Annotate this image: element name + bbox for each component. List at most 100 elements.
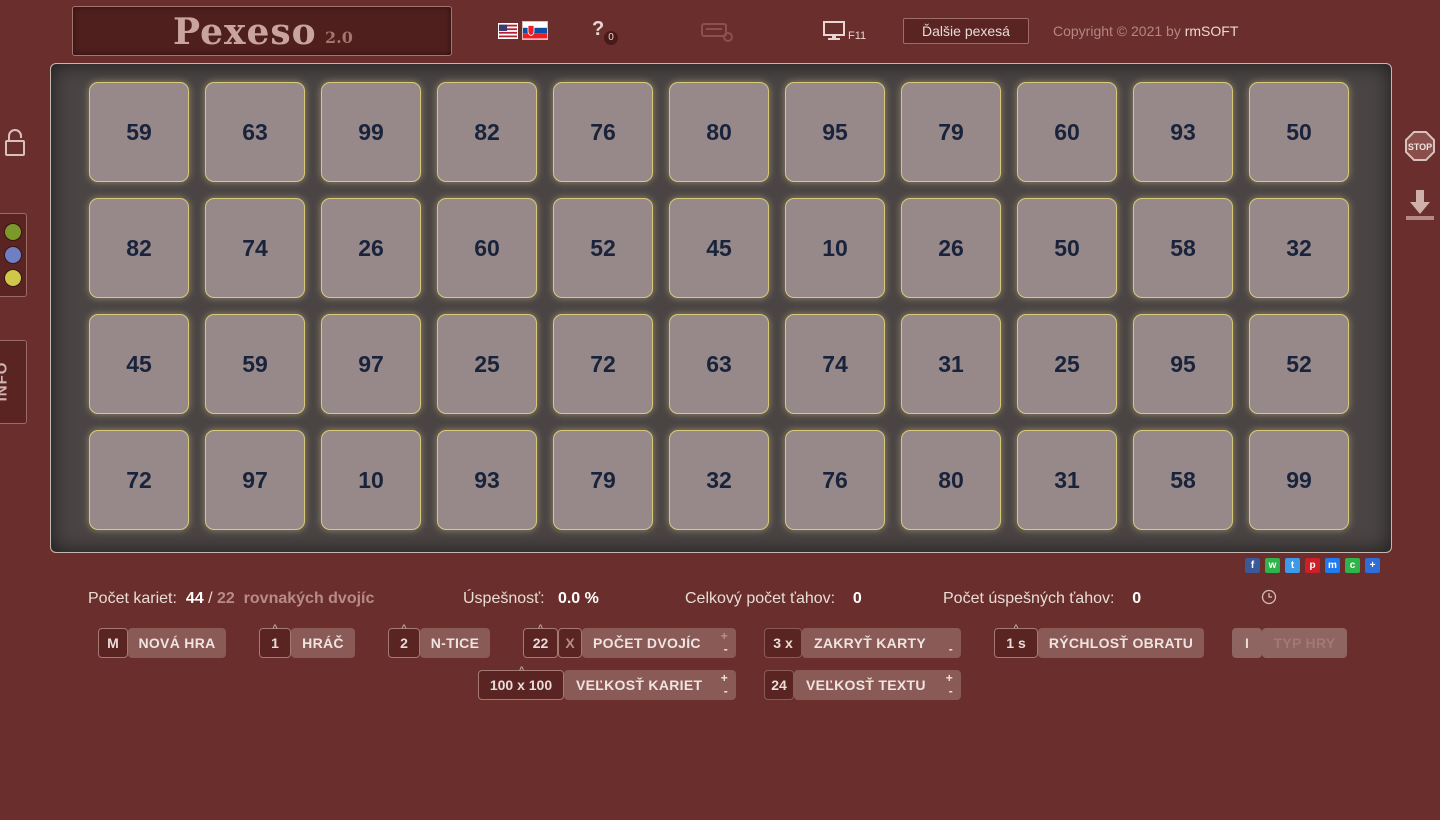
player-increase-caret[interactable]: ^ (272, 623, 277, 633)
card[interactable]: 52 (553, 198, 653, 298)
player-count-key[interactable]: ^ 1 (259, 623, 291, 658)
card[interactable]: 76 (553, 82, 653, 182)
copyright-brand-link[interactable]: rmSOFT (1185, 23, 1239, 39)
card[interactable]: 79 (901, 82, 1001, 182)
text-size-key[interactable]: 24 (764, 670, 794, 700)
card[interactable]: 97 (321, 314, 421, 414)
card[interactable]: 45 (89, 314, 189, 414)
ntice-button[interactable]: N-TICE (420, 628, 490, 658)
pairs-increase-caret[interactable]: ^ (538, 623, 543, 633)
card[interactable]: 80 (901, 430, 1001, 530)
text-size-button[interactable]: VEĽKOSŤ TEXTU + - (794, 670, 961, 700)
card[interactable]: 26 (901, 198, 1001, 298)
card[interactable]: 58 (1133, 430, 1233, 530)
card[interactable]: 99 (1249, 430, 1349, 530)
speed-key[interactable]: ^ 1 s (994, 623, 1038, 658)
cover-cards-button[interactable]: ZAKRYŤ KARTY - (802, 628, 961, 658)
card[interactable]: 50 (1249, 82, 1349, 182)
cards-label: Počet kariet: (88, 590, 177, 607)
green-theme-dot[interactable] (4, 223, 22, 241)
player-button[interactable]: HRÁČ (291, 628, 355, 658)
card-size-plus-button[interactable]: + (721, 672, 728, 684)
pairs-clear-button[interactable]: X (558, 628, 582, 658)
card[interactable]: 95 (785, 82, 885, 182)
card[interactable]: 60 (437, 198, 537, 298)
more-games-button[interactable]: Ďalšie pexesá (903, 18, 1029, 44)
new-game-button[interactable]: NOVÁ HRA (128, 628, 226, 658)
pairs-count-button[interactable]: POČET DVOJÍC + - (582, 628, 736, 658)
cover-minus-button[interactable]: - (949, 643, 953, 655)
blue-theme-dot[interactable] (4, 246, 22, 264)
pairs-minus-button[interactable]: - (724, 643, 728, 655)
card[interactable]: 58 (1133, 198, 1233, 298)
ntice-key[interactable]: ^ 2 (388, 623, 420, 658)
help-icon[interactable]: ? (592, 18, 604, 41)
card[interactable]: 72 (553, 314, 653, 414)
card[interactable]: 74 (205, 198, 305, 298)
card[interactable]: 50 (1017, 198, 1117, 298)
card[interactable]: 59 (205, 314, 305, 414)
card[interactable]: 25 (1017, 314, 1117, 414)
card[interactable]: 74 (785, 314, 885, 414)
card[interactable]: 93 (437, 430, 537, 530)
addthis-icon[interactable]: + (1365, 558, 1380, 573)
card[interactable]: 72 (89, 430, 189, 530)
card[interactable]: 82 (437, 82, 537, 182)
card[interactable]: 59 (89, 82, 189, 182)
slovak-flag-icon[interactable] (522, 21, 548, 40)
text-size-minus-button[interactable]: - (949, 685, 953, 697)
card-size-value: 100 x 100 (489, 677, 553, 693)
card[interactable]: 99 (321, 82, 421, 182)
info-tab[interactable]: INFO (0, 340, 27, 424)
card[interactable]: 82 (89, 198, 189, 298)
card-size-minus-button[interactable]: - (724, 685, 728, 697)
card[interactable]: 93 (1133, 82, 1233, 182)
new-game-key[interactable]: M (98, 628, 128, 658)
card[interactable]: 52 (1249, 314, 1349, 414)
card[interactable]: 32 (669, 430, 769, 530)
pinterest-icon[interactable]: p (1305, 558, 1320, 573)
game-type-button[interactable]: TYP HRY (1262, 628, 1347, 658)
yellow-theme-dot[interactable] (4, 269, 22, 287)
pairs-plus-button[interactable]: + (721, 630, 728, 642)
lock-icon[interactable] (3, 128, 27, 163)
cover-count-key[interactable]: 3 x (764, 628, 802, 658)
card-size-increase-caret[interactable]: ^ (519, 665, 524, 675)
card-size-button[interactable]: VEĽKOSŤ KARIET + - (564, 670, 736, 700)
ntice-increase-caret[interactable]: ^ (401, 623, 406, 633)
fullscreen-icon[interactable] (822, 20, 846, 47)
speed-increase-caret[interactable]: ^ (1013, 623, 1018, 633)
card[interactable]: 25 (437, 314, 537, 414)
keyboard-icon[interactable] (700, 18, 734, 48)
card[interactable]: 76 (785, 430, 885, 530)
card[interactable]: 79 (553, 430, 653, 530)
card-size-key[interactable]: ^ 100 x 100 (478, 665, 564, 700)
card[interactable]: 10 (785, 198, 885, 298)
english-flag-icon[interactable] (498, 23, 518, 39)
card[interactable]: 80 (669, 82, 769, 182)
messenger-icon[interactable]: m (1325, 558, 1340, 573)
download-icon[interactable] (1403, 188, 1437, 227)
wechat-icon[interactable]: c (1345, 558, 1360, 573)
facebook-icon[interactable]: f (1245, 558, 1260, 573)
twitter-icon[interactable]: t (1285, 558, 1300, 573)
card[interactable]: 95 (1133, 314, 1233, 414)
card[interactable]: 26 (321, 198, 421, 298)
card[interactable]: 31 (1017, 430, 1117, 530)
card[interactable]: 63 (205, 82, 305, 182)
whatsapp-icon[interactable]: w (1265, 558, 1280, 573)
card[interactable]: 63 (669, 314, 769, 414)
stop-icon[interactable]: STOP (1405, 131, 1435, 166)
card[interactable]: 10 (321, 430, 421, 530)
pairs-count-key[interactable]: ^ 22 (523, 623, 558, 658)
title-box: Pexeso 2.0 (72, 6, 452, 56)
card[interactable]: 31 (901, 314, 1001, 414)
card[interactable]: 97 (205, 430, 305, 530)
text-size-plus-button[interactable]: + (946, 672, 953, 684)
clock-icon[interactable] (1261, 589, 1277, 610)
card[interactable]: 45 (669, 198, 769, 298)
card[interactable]: 32 (1249, 198, 1349, 298)
card[interactable]: 60 (1017, 82, 1117, 182)
game-type-key[interactable]: I (1232, 628, 1262, 658)
flip-speed-button[interactable]: RÝCHLOSŤ OBRATU (1038, 628, 1204, 658)
